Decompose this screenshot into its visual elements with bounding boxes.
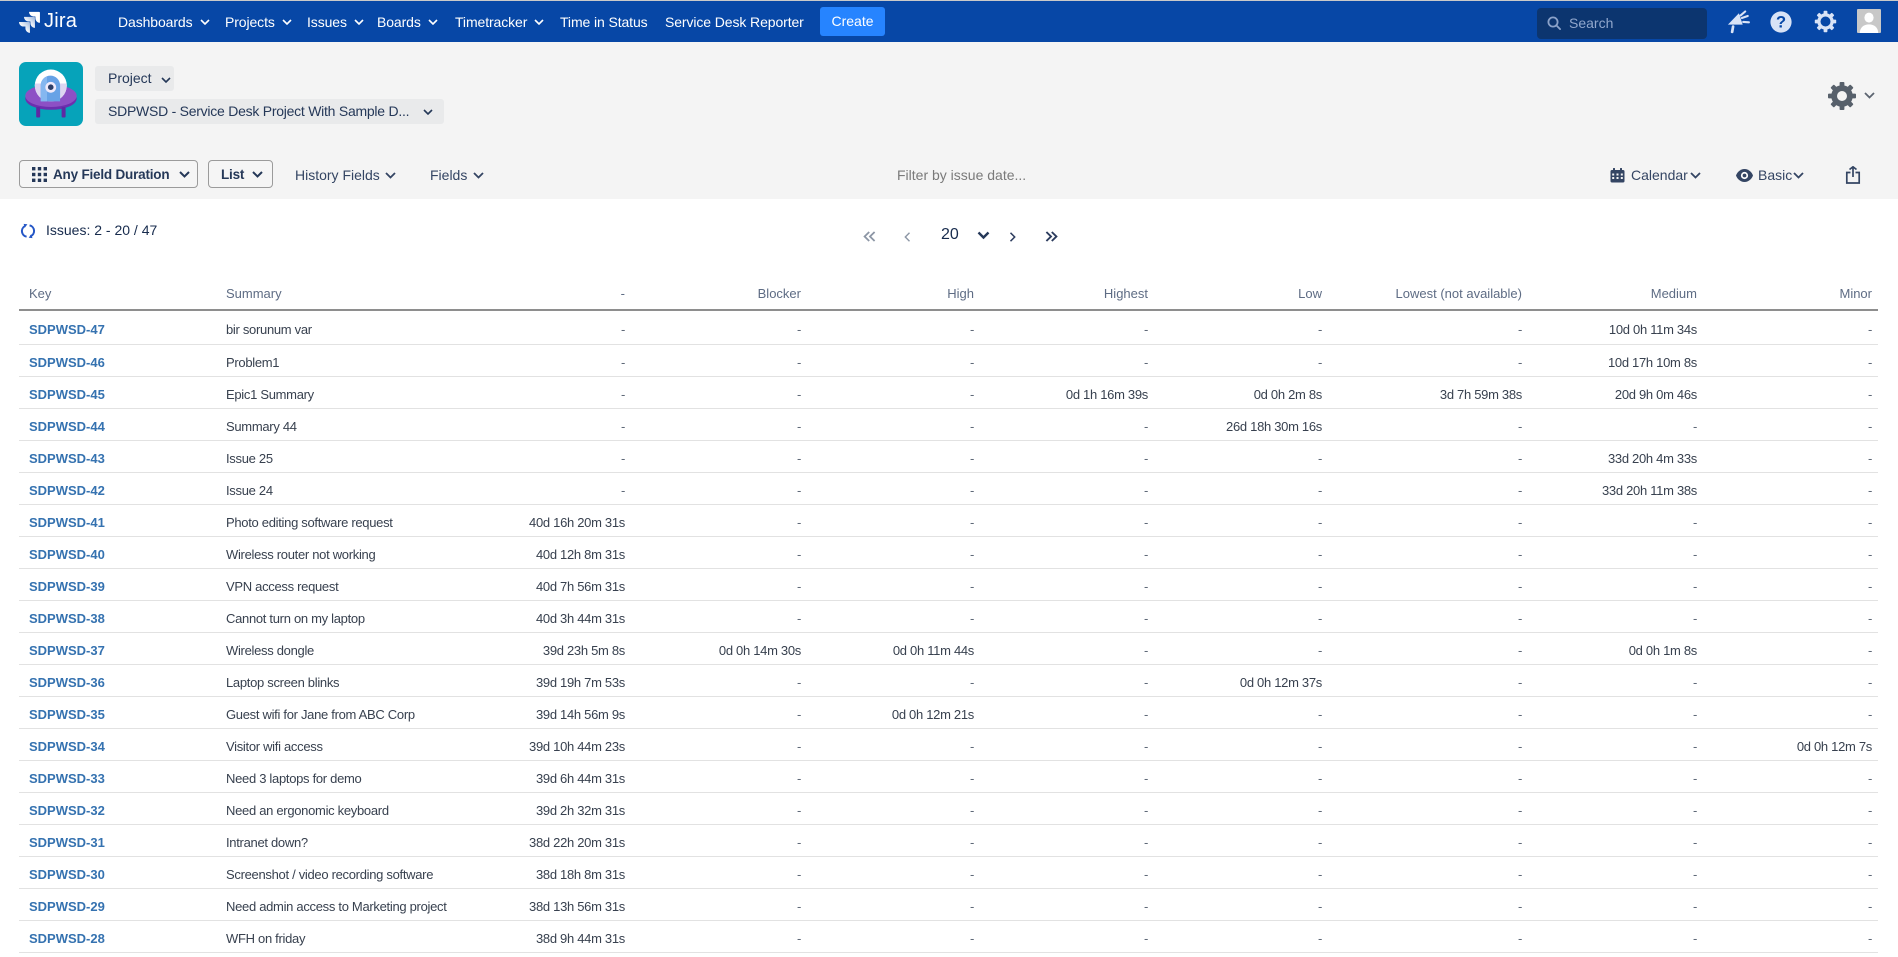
svg-text:?: ? xyxy=(1776,14,1786,32)
